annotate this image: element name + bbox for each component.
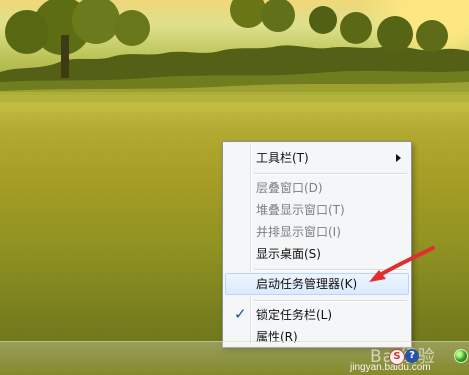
menu-item-lock-taskbar[interactable]: ✓ 锁定任务栏(L) [225,304,409,326]
help-icon[interactable]: ? [405,349,419,363]
menu-item-label: 显示桌面(S) [256,247,321,261]
menu-item-label: 工具栏(T) [256,151,309,165]
menu-separator [254,300,407,302]
menu-item-label: 启动任务管理器(K) [256,277,358,291]
menu-item-stack-windows[interactable]: 堆叠显示窗口(T) [225,199,409,221]
menu-item-label: 堆叠显示窗口(T) [256,203,345,217]
menu-separator [254,173,407,175]
menu-item-cascade-windows[interactable]: 层叠窗口(D) [225,177,409,199]
menu-item-toolbars[interactable]: 工具栏(T) [225,147,409,169]
menu-item-label: 层叠窗口(D) [256,181,323,195]
desktop-background: 工具栏(T) 层叠窗口(D) 堆叠显示窗口(T) 并排显示窗口(I) 显示桌面(… [0,0,469,375]
sogou-icon[interactable]: S [389,349,405,365]
watermark-url: jingyan.baidu.com [350,362,431,373]
check-icon: ✓ [234,305,247,323]
annotation-arrow-icon [369,246,435,282]
network-icon[interactable] [454,349,468,363]
menu-item-label: 并排显示窗口(I) [256,225,341,239]
menu-item-side-by-side-windows[interactable]: 并排显示窗口(I) [225,221,409,243]
menu-item-label: 锁定任务栏(L) [256,308,333,322]
submenu-arrow-icon [396,154,401,162]
